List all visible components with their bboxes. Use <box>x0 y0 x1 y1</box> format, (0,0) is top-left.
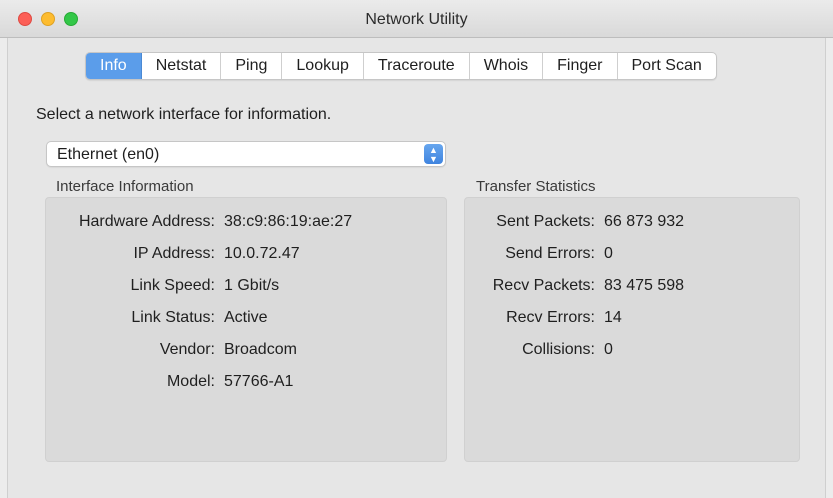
tab-lookup[interactable]: Lookup <box>282 53 364 79</box>
updown-chevron-icon[interactable]: ▲ ▼ <box>424 144 443 164</box>
window-title: Network Utility <box>365 11 468 28</box>
tab-traceroute[interactable]: Traceroute <box>364 53 470 79</box>
tab-info[interactable]: Info <box>86 53 142 79</box>
tab-ping[interactable]: Ping <box>221 53 283 79</box>
tab-port-scan[interactable]: Port Scan <box>618 53 716 79</box>
interface-select-value: Ethernet (en0) <box>57 146 160 163</box>
interface-information-panel <box>45 197 447 462</box>
tab-bar: Info Netstat Ping Lookup Traceroute Whoi… <box>85 52 717 80</box>
tab-finger[interactable]: Finger <box>543 53 618 79</box>
tab-netstat[interactable]: Netstat <box>142 53 222 79</box>
network-utility-window: Network Utility Info Netstat Ping Lookup… <box>0 0 833 498</box>
interface-select[interactable]: Ethernet (en0) ▲ ▼ <box>46 141 446 167</box>
interface-information-title: Interface Information <box>56 178 194 195</box>
transfer-statistics-title: Transfer Statistics <box>476 178 596 195</box>
tab-whois[interactable]: Whois <box>470 53 544 79</box>
interface-prompt: Select a network interface for informati… <box>36 106 332 123</box>
transfer-statistics-panel <box>464 197 800 462</box>
title-bar[interactable]: Network Utility <box>0 0 833 38</box>
